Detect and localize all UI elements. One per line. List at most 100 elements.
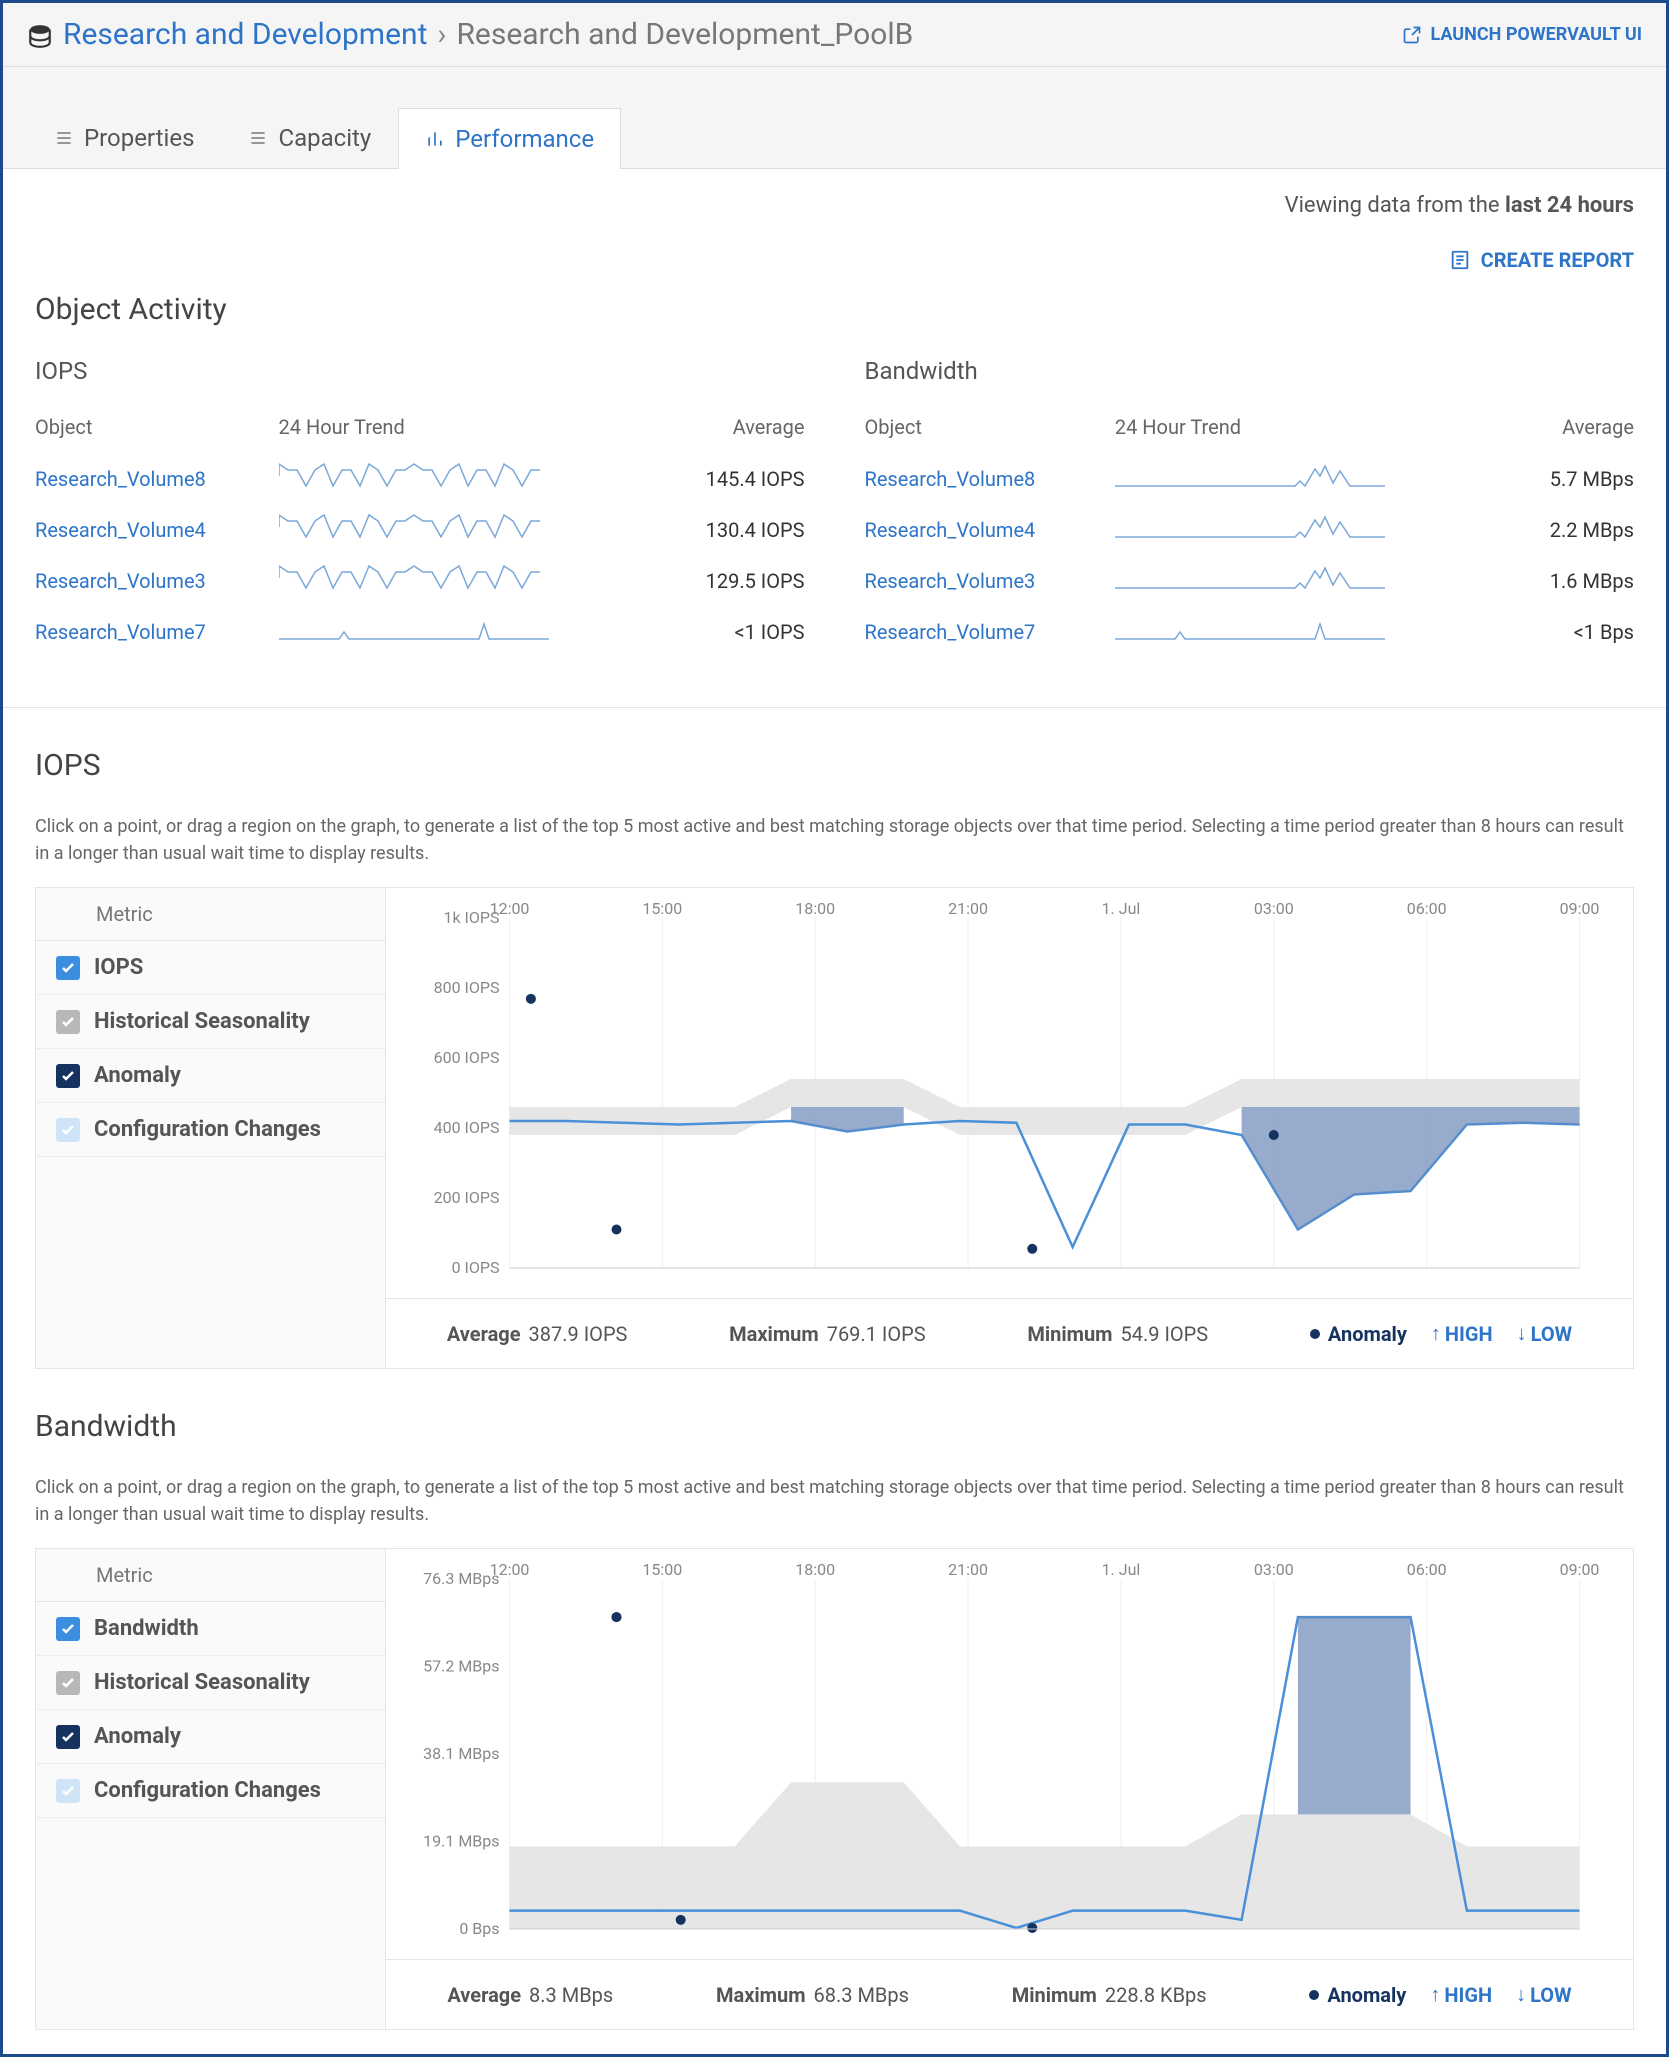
svg-text:18:00: 18:00: [795, 899, 835, 918]
avg-value: 2.2 MBps: [1511, 504, 1634, 555]
table-row: Research_Volume8 5.7 MBps: [865, 453, 1635, 504]
external-link-icon: [1402, 25, 1422, 45]
volume-link[interactable]: Research_Volume7: [35, 620, 206, 644]
volume-link[interactable]: Research_Volume8: [35, 467, 206, 491]
viewing-range: Viewing data from the last 24 hours: [1285, 193, 1634, 218]
volume-link[interactable]: Research_Volume8: [865, 467, 1036, 491]
svg-text:76.3 MBps: 76.3 MBps: [423, 1569, 499, 1588]
metric-toggle[interactable]: IOPS: [36, 941, 385, 995]
volume-link[interactable]: Research_Volume4: [35, 518, 206, 542]
sparkline: [279, 453, 664, 504]
avg-value: 1.6 MBps: [1511, 555, 1634, 606]
breadcrumb-parent[interactable]: Research and Development: [63, 17, 427, 52]
svg-text:800 IOPS: 800 IOPS: [434, 978, 500, 997]
sparkline: [1115, 606, 1511, 657]
svg-text:15:00: 15:00: [642, 899, 682, 918]
volume-link[interactable]: Research_Volume4: [865, 518, 1036, 542]
tab-performance[interactable]: Performance: [398, 108, 621, 169]
svg-text:600 IOPS: 600 IOPS: [434, 1048, 500, 1067]
metric-toggle[interactable]: Anomaly: [36, 1049, 385, 1103]
avg-value: 129.5 IOPS: [663, 555, 804, 606]
svg-text:1. Jul: 1. Jul: [1102, 1560, 1141, 1579]
metric-toggle[interactable]: Historical Seasonality: [36, 995, 385, 1049]
list-icon: [54, 128, 74, 148]
bandwidth-chart[interactable]: 76.3 MBps 57.2 MBps 38.1 MBps 19.1 MBps 0 Bp…: [386, 1559, 1633, 1959]
checkbox-icon: [56, 1779, 80, 1803]
svg-text:15:00: 15:00: [642, 1560, 682, 1579]
iops-chart[interactable]: 1k IOPS800 IOPS600 IOPS400 IOPS200 IOPS0…: [386, 898, 1633, 1298]
sparkline: [279, 606, 664, 657]
svg-text:38.1 MBps: 38.1 MBps: [423, 1744, 499, 1763]
list-icon: [248, 128, 268, 148]
sparkline: [279, 555, 664, 606]
bar-chart-icon: [425, 129, 445, 149]
bandwidth-section: Bandwidth Click on a point, or drag a re…: [35, 1409, 1634, 2030]
checkbox-icon: [56, 1617, 80, 1641]
create-report-button[interactable]: CREATE REPORT: [1449, 248, 1634, 272]
checkbox-icon: [56, 1671, 80, 1695]
iops-hint: Click on a point, or drag a region on th…: [35, 813, 1634, 867]
tabs: Properties Capacity Performance: [3, 67, 1666, 169]
iops-stats: Average387.9 IOPS Maximum769.1 IOPS Mini…: [386, 1298, 1633, 1368]
svg-text:03:00: 03:00: [1254, 1560, 1294, 1579]
metric-toggle[interactable]: Anomaly: [36, 1710, 385, 1764]
avg-value: <1 IOPS: [663, 606, 804, 657]
bandwidth-hint: Click on a point, or drag a region on th…: [35, 1474, 1634, 1528]
avg-value: <1 Bps: [1511, 606, 1634, 657]
svg-text:06:00: 06:00: [1407, 899, 1447, 918]
checkbox-icon: [56, 1064, 80, 1088]
metric-toggle[interactable]: Bandwidth: [36, 1602, 385, 1656]
table-row: Research_Volume7 <1 Bps: [865, 606, 1635, 657]
svg-text:0 Bps: 0 Bps: [459, 1919, 499, 1938]
volume-link[interactable]: Research_Volume3: [865, 569, 1036, 593]
volume-link[interactable]: Research_Volume7: [865, 620, 1036, 644]
bandwidth-column: Bandwidth Object 24 Hour Trend Average R…: [865, 357, 1635, 657]
sparkline: [1115, 504, 1511, 555]
svg-text:12:00: 12:00: [490, 1560, 530, 1579]
iops-column: IOPS Object 24 Hour Trend Average Resear…: [35, 357, 805, 657]
svg-text:12:00: 12:00: [490, 899, 530, 918]
svg-text:03:00: 03:00: [1254, 899, 1294, 918]
launch-powervault-button[interactable]: LAUNCH POWERVAULT UI: [1402, 24, 1642, 45]
report-icon: [1449, 249, 1471, 271]
metric-toggle[interactable]: Configuration Changes: [36, 1103, 385, 1157]
svg-text:09:00: 09:00: [1560, 899, 1600, 918]
checkbox-icon: [56, 1725, 80, 1749]
tab-properties[interactable]: Properties: [27, 107, 221, 168]
topbar: Research and Development › Research and …: [3, 3, 1666, 67]
sparkline: [1115, 555, 1511, 606]
sparkline: [1115, 453, 1511, 504]
avg-value: 130.4 IOPS: [663, 504, 804, 555]
disk-icon: [27, 22, 53, 48]
table-row: Research_Volume8145.4 IOPS: [35, 453, 805, 504]
tab-capacity[interactable]: Capacity: [221, 107, 398, 168]
bandwidth-stats: Average8.3 MBps Maximum68.3 MBps Minimum…: [386, 1959, 1633, 2029]
page-title: Research and Development_PoolB: [456, 17, 913, 52]
table-row: Research_Volume3 1.6 MBps: [865, 555, 1635, 606]
svg-text:06:00: 06:00: [1407, 1560, 1447, 1579]
table-row: Research_Volume4 2.2 MBps: [865, 504, 1635, 555]
metric-toggle[interactable]: Configuration Changes: [36, 1764, 385, 1818]
svg-text:18:00: 18:00: [795, 1560, 835, 1579]
breadcrumb: Research and Development › Research and …: [27, 17, 913, 52]
svg-text:09:00: 09:00: [1560, 1560, 1600, 1579]
iops-table: Object 24 Hour Trend Average Research_Vo…: [35, 415, 805, 657]
svg-text:400 IOPS: 400 IOPS: [434, 1118, 500, 1137]
avg-value: 5.7 MBps: [1511, 453, 1634, 504]
metric-toggle[interactable]: Historical Seasonality: [36, 1656, 385, 1710]
bandwidth-metric-panel: Metric BandwidthHistorical SeasonalityAn…: [36, 1549, 386, 2029]
table-row: Research_Volume7 <1 IOPS: [35, 606, 805, 657]
table-row: Research_Volume4 130.4 IOPS: [35, 504, 805, 555]
svg-text:1. Jul: 1. Jul: [1102, 899, 1141, 918]
volume-link[interactable]: Research_Volume3: [35, 569, 206, 593]
svg-text:19.1 MBps: 19.1 MBps: [423, 1832, 499, 1851]
iops-metric-panel: Metric IOPSHistorical SeasonalityAnomaly…: [36, 888, 386, 1368]
breadcrumb-separator: ›: [437, 17, 446, 52]
object-activity-heading: Object Activity: [35, 292, 1634, 327]
svg-text:57.2 MBps: 57.2 MBps: [423, 1657, 499, 1676]
checkbox-icon: [56, 1010, 80, 1034]
checkbox-icon: [56, 1118, 80, 1142]
svg-text:21:00: 21:00: [948, 1560, 988, 1579]
sparkline: [279, 504, 664, 555]
svg-text:0 IOPS: 0 IOPS: [452, 1258, 500, 1277]
